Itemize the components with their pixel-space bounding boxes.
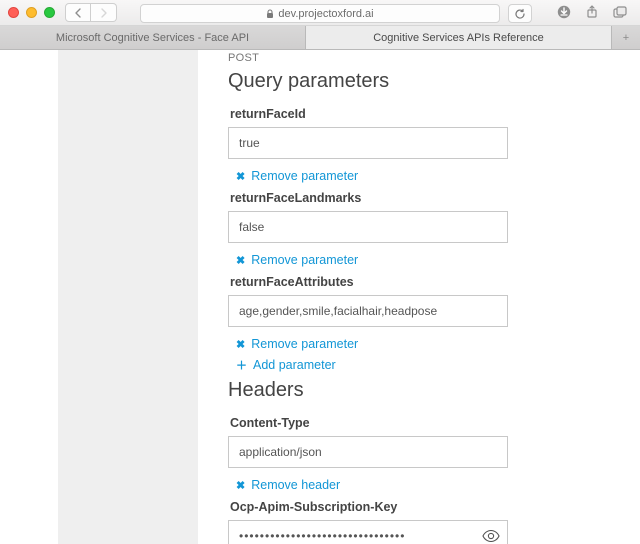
remove-header-link[interactable]: ✖ Remove header [236, 478, 618, 492]
param-value-input[interactable] [228, 211, 508, 243]
close-window-button[interactable] [8, 7, 19, 18]
minimize-window-button[interactable] [26, 7, 37, 18]
remove-icon: ✖ [236, 254, 245, 267]
param-name: returnFaceId [230, 107, 618, 121]
param-returnfacelandmarks: returnFaceLandmarks ✖ Remove parameter [228, 191, 618, 267]
lock-icon [266, 9, 274, 19]
remove-parameter-link[interactable]: ✖ Remove parameter [236, 253, 618, 267]
param-value-input[interactable] [228, 295, 508, 327]
param-name: returnFaceLandmarks [230, 191, 618, 205]
maximize-window-button[interactable] [44, 7, 55, 18]
reload-button[interactable] [508, 4, 532, 23]
main-content: POST Query parameters returnFaceId ✖ Rem… [198, 50, 640, 544]
tab-face-api[interactable]: Microsoft Cognitive Services - Face API [0, 26, 306, 49]
subscription-key-input[interactable] [228, 520, 508, 544]
address-bar[interactable]: dev.projectoxford.ai [140, 4, 500, 23]
browser-tabbar: Microsoft Cognitive Services - Face API … [0, 26, 640, 50]
param-value-input[interactable] [228, 127, 508, 159]
remove-icon: ✖ [236, 338, 245, 351]
back-button[interactable] [65, 3, 91, 22]
page-body: POST Query parameters returnFaceId ✖ Rem… [0, 50, 640, 544]
add-parameter-label: Add parameter [253, 358, 336, 372]
remove-icon: ✖ [236, 479, 245, 492]
remove-parameter-label: Remove parameter [251, 337, 358, 351]
remove-icon: ✖ [236, 170, 245, 183]
tab-api-reference[interactable]: Cognitive Services APIs Reference [306, 26, 612, 49]
remove-parameter-label: Remove parameter [251, 253, 358, 267]
tabs-button[interactable] [608, 2, 632, 22]
query-parameters-heading: Query parameters [228, 70, 618, 93]
http-method-badge: POST [228, 52, 618, 64]
remove-parameter-link[interactable]: ✖ Remove parameter [236, 337, 618, 351]
remove-header-label: Remove header [251, 478, 340, 492]
header-name: Content-Type [230, 416, 618, 430]
forward-button[interactable] [91, 3, 117, 22]
remove-parameter-label: Remove parameter [251, 169, 358, 183]
share-button[interactable] [580, 2, 604, 22]
reveal-key-button[interactable] [482, 530, 500, 542]
browser-titlebar: dev.projectoxford.ai [0, 0, 640, 26]
left-margin [0, 50, 58, 544]
header-content-type: Content-Type ✖ Remove header [228, 416, 618, 492]
remove-parameter-link[interactable]: ✖ Remove parameter [236, 169, 618, 183]
window-controls [8, 7, 55, 18]
url-text: dev.projectoxford.ai [278, 8, 373, 20]
left-sidebar [58, 50, 198, 544]
tab-label: Microsoft Cognitive Services - Face API [56, 32, 249, 44]
add-icon: ＋ [236, 357, 247, 373]
header-name: Ocp-Apim-Subscription-Key [230, 500, 618, 514]
header-subscription-key: Ocp-Apim-Subscription-Key [228, 500, 618, 544]
downloads-button[interactable] [552, 2, 576, 22]
nav-buttons [65, 3, 117, 22]
headers-heading: Headers [228, 379, 618, 402]
new-tab-button[interactable]: + [612, 26, 640, 49]
header-value-input[interactable] [228, 436, 508, 468]
param-name: returnFaceAttributes [230, 275, 618, 289]
tab-label: Cognitive Services APIs Reference [373, 32, 544, 44]
param-returnfaceattributes: returnFaceAttributes ✖ Remove parameter [228, 275, 618, 351]
add-parameter-link[interactable]: ＋ Add parameter [236, 357, 618, 373]
toolbar-right [552, 2, 632, 22]
param-returnfaceid: returnFaceId ✖ Remove parameter [228, 107, 618, 183]
